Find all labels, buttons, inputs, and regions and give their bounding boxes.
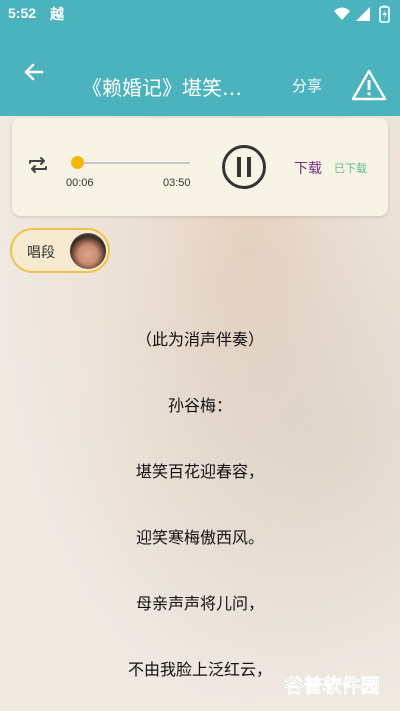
lyric-line: 迎笑寒梅傲西风。: [135, 528, 264, 547]
status-bar: 5:52 越: [0, 0, 400, 28]
app-notification-glyph: 越: [50, 7, 64, 23]
seek-bar[interactable]: [74, 162, 190, 164]
downloaded-label: 已下载: [334, 162, 367, 175]
watermark-logo: 谷普软件园: [284, 674, 380, 698]
status-time: 5:52: [8, 5, 37, 21]
share-button[interactable]: 分享: [292, 75, 322, 96]
lyric-line: （此为消声伴奏）: [135, 330, 264, 349]
svg-text:谷普软件园: 谷普软件园: [284, 674, 379, 697]
song-segment-chip[interactable]: 唱段: [10, 228, 110, 273]
status-icons: [334, 5, 390, 23]
battery-icon: [379, 5, 390, 23]
duration: 03:50: [163, 177, 191, 189]
repeat-icon[interactable]: [27, 154, 49, 176]
pause-icon[interactable]: [221, 144, 267, 190]
lyric-line: 堪笑百花迎春容，: [135, 462, 264, 481]
warning-triangle-icon[interactable]: [350, 68, 388, 102]
lyric-line: 孙谷梅：: [167, 396, 232, 415]
download-button[interactable]: 下载: [294, 158, 322, 178]
app-bar: 《赖婚记》堪笑… 分享: [0, 28, 400, 116]
back-arrow-icon[interactable]: [18, 56, 50, 88]
content-area: 00:06 03:50 下载 已下载 唱段 （此为消声伴奏） 孙谷梅： 堪笑百花…: [0, 116, 400, 711]
avatar: [70, 233, 106, 269]
lyric-line: 母亲声声将儿问，: [135, 594, 264, 613]
signal-icon: [356, 7, 370, 21]
chip-label: 唱段: [27, 245, 55, 261]
seek-knob[interactable]: [71, 156, 85, 169]
page-title: 《赖婚记》堪笑…: [82, 76, 242, 100]
audio-player: 00:06 03:50 下载 已下载: [12, 118, 388, 216]
wifi-icon: [334, 7, 350, 20]
current-time: 00:06: [66, 177, 94, 189]
